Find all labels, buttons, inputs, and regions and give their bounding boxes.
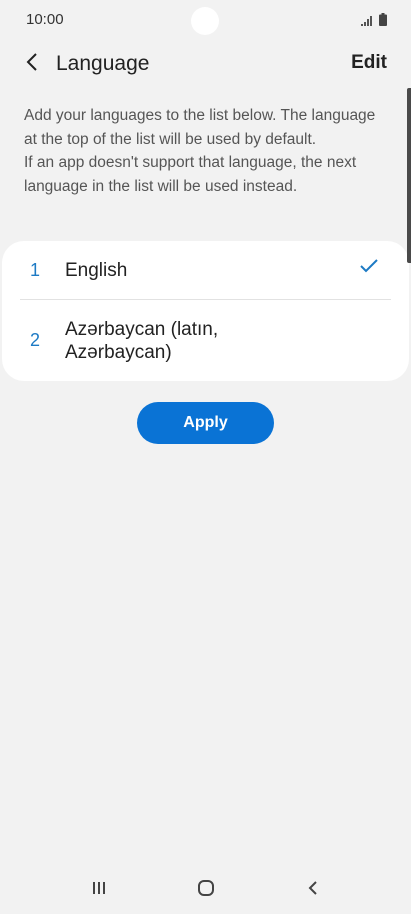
scrollbar[interactable] [407, 88, 411, 263]
battery-icon [379, 13, 387, 26]
language-index: 1 [30, 259, 41, 280]
nav-back-button[interactable] [298, 876, 328, 900]
navigation-bar [0, 856, 411, 914]
home-icon [197, 879, 215, 897]
check-icon [359, 258, 379, 274]
language-settings-screen: 10:00 Language Edit Add your languages t… [0, 0, 411, 914]
signal-icon [361, 16, 373, 26]
home-button[interactable] [191, 876, 221, 900]
recent-apps-icon [91, 880, 107, 896]
language-name: English [65, 259, 128, 281]
language-list: 1 English 2 Azərbaycan (latın, Azərbayca… [2, 241, 409, 381]
edit-button[interactable]: Edit [351, 52, 387, 74]
language-index: 2 [30, 330, 41, 350]
status-icons [361, 13, 387, 26]
description-text: Add your languages to the list below. Th… [24, 104, 384, 198]
back-icon [307, 880, 319, 896]
language-name: Azərbaycan (latın, Azərbaycan) [65, 318, 219, 363]
page-title: Language [56, 52, 150, 75]
status-time: 10:00 [26, 11, 64, 28]
language-item-english[interactable]: 1 English [2, 241, 409, 299]
app-bar: Language Edit [0, 44, 411, 84]
back-button[interactable] [18, 50, 46, 78]
chevron-left-icon [25, 52, 39, 77]
status-bar: 10:00 [0, 0, 411, 40]
recent-apps-button[interactable] [84, 876, 114, 900]
description-paragraph: Add your languages to the list below. Th… [24, 107, 376, 148]
camera-cutout [191, 7, 219, 35]
description-paragraph: If an app doesn't support that language,… [24, 154, 357, 195]
language-item-azerbaijani[interactable]: 2 Azərbaycan (latın, Azərbaycan) [2, 300, 409, 381]
apply-button[interactable]: Apply [137, 402, 274, 444]
